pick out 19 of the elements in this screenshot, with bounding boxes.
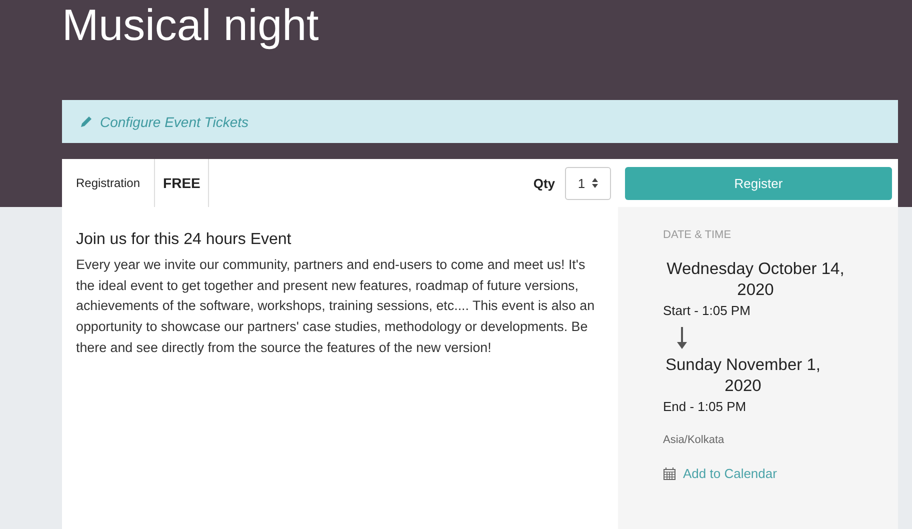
start-time: Start - 1:05 PM	[663, 303, 752, 318]
description-text: Every year we invite our community, partners and end-users to come and meet us! It's the ideal event to get together and present new features, roadmap of future versions, achievements of the software, workshops, training sessions, etc.... This event is also an opportunity to showcase our partners' case studies, methodology or developments. Be there and see directly from the source the features of the new version!	[76, 256, 596, 357]
pencil-icon	[80, 115, 93, 128]
description-heading: Join us for this 24 hours Event	[76, 231, 292, 249]
timezone: Asia/Kolkata	[663, 434, 726, 446]
qty-select[interactable]: 1	[565, 166, 611, 200]
configure-tickets-link[interactable]: Configure Event Tickets	[100, 114, 248, 130]
configure-tickets-alert[interactable]: Configure Event Tickets	[62, 100, 898, 143]
updown-icon	[592, 178, 598, 188]
add-to-calendar-link[interactable]: Add to Calendar	[683, 466, 777, 481]
down-arrow-icon	[676, 327, 688, 349]
calendar-icon	[663, 467, 676, 480]
register-button[interactable]: Register	[625, 166, 892, 200]
end-time: End - 1:05 PM	[663, 399, 748, 414]
date-time-heading: DATE & TIME	[663, 229, 732, 241]
qty-label: Qty	[533, 176, 555, 190]
event-title: Musical night	[62, 0, 320, 52]
end-date: Sunday November 1, 2020	[664, 355, 822, 397]
start-date: Wednesday October 14, 2020	[666, 259, 846, 301]
